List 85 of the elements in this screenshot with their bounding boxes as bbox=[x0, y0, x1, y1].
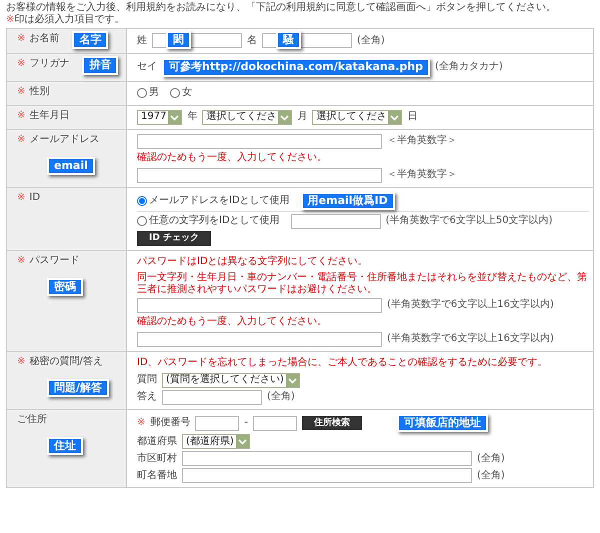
radio-label: 男 bbox=[149, 87, 159, 100]
hint-text: ＜半角英数字＞ bbox=[387, 135, 457, 148]
field-label: 性別 bbox=[29, 86, 50, 98]
action-button[interactable]: 住所検索 bbox=[302, 416, 362, 430]
radio-button[interactable] bbox=[137, 88, 147, 98]
note-text: 印は必須入力項目です。 bbox=[14, 14, 124, 26]
required-mark: ※ bbox=[17, 192, 26, 204]
field-label: 質問 bbox=[137, 374, 157, 386]
dropdown[interactable]: (都道府県) bbox=[182, 434, 250, 450]
hint-text: (半角英数字で6文字以上50文字以内) bbox=[386, 215, 553, 228]
field-label: 都道府県 bbox=[137, 436, 177, 448]
input-field[interactable] bbox=[290, 214, 381, 229]
action-button[interactable]: ID チェック bbox=[137, 231, 211, 246]
input-field[interactable] bbox=[162, 390, 262, 405]
field-label: お名前 bbox=[29, 33, 60, 45]
field-label: ご住所 bbox=[17, 414, 47, 426]
annotation-label: 閎 bbox=[166, 31, 191, 50]
field-label: 日 bbox=[407, 111, 418, 124]
input-field[interactable] bbox=[137, 298, 382, 313]
input-field[interactable] bbox=[195, 416, 240, 431]
field-label: セイ bbox=[137, 61, 157, 74]
warning-text: パスワードはIDとは異なる文字列にしてください。 bbox=[137, 256, 368, 268]
hint-text: ＜半角英数字＞ bbox=[387, 169, 457, 182]
radio-label: 女 bbox=[182, 87, 192, 100]
input-field[interactable] bbox=[253, 416, 297, 431]
radio-label: メールアドレスをIDとして使用 bbox=[149, 194, 290, 207]
field-label: 市区町村 bbox=[137, 452, 177, 465]
input-field[interactable] bbox=[137, 134, 382, 149]
required-mark: ※ bbox=[137, 417, 146, 430]
annotation-label: 用email做爲ID bbox=[300, 192, 395, 210]
field-label: 郵便番号 bbox=[150, 417, 190, 430]
input-field[interactable] bbox=[182, 468, 472, 484]
dropdown[interactable]: 選択してくださ bbox=[312, 110, 402, 125]
radio-button[interactable] bbox=[137, 216, 147, 226]
radio-button[interactable] bbox=[170, 88, 180, 98]
input-field[interactable] bbox=[182, 451, 472, 466]
annotation-label: 拚音 bbox=[82, 56, 118, 75]
warning-text: ID、パスワードを忘れてしまった場合に、ご本人であることの確認をするために必要です。 bbox=[137, 357, 548, 370]
required-mark: ※ bbox=[17, 58, 26, 70]
required-mark: ※ bbox=[17, 86, 26, 98]
field-label: 答え bbox=[137, 391, 157, 404]
hint-text: (全角) bbox=[267, 391, 295, 404]
field-label: 町名番地 bbox=[137, 470, 177, 482]
required-mark: ※ bbox=[17, 134, 26, 146]
required-mark: ※ bbox=[6, 14, 14, 26]
field-label: ID bbox=[29, 192, 40, 204]
field-label: パスワード bbox=[29, 254, 80, 267]
hint-text: (全角) bbox=[357, 34, 385, 46]
hint-text: (全角カタカナ) bbox=[434, 61, 503, 74]
intro-text: お客様の情報をご入力後、利用規約をお読みになり、「下記の利用規約に同意して確認画面へ」ボタンを押してください。 bbox=[6, 2, 557, 14]
required-mark: ※ bbox=[17, 33, 26, 45]
dropdown[interactable]: 選択してくださ bbox=[202, 110, 292, 125]
required-mark: ※ bbox=[17, 356, 26, 368]
warning-text: 確認のためもう一度、入力してください。 bbox=[137, 316, 327, 328]
annotation-label: email bbox=[47, 156, 95, 175]
field-label: - bbox=[244, 417, 248, 430]
annotation-label: 可參考http://dokochina.com/katakana.php bbox=[162, 58, 430, 77]
field-label: 生年月日 bbox=[29, 110, 70, 122]
annotation-label: 密碼 bbox=[47, 278, 83, 296]
annotation-label: 名字 bbox=[72, 31, 108, 50]
annotation-label: 住址 bbox=[47, 436, 83, 456]
field-label: 名 bbox=[247, 34, 257, 46]
annotation-label: 問題/解答 bbox=[47, 378, 110, 398]
required-mark: ※ bbox=[17, 110, 26, 122]
radio-button[interactable] bbox=[137, 196, 147, 206]
dropdown[interactable]: 1977 bbox=[137, 110, 182, 125]
dropdown[interactable]: (質問を選択してください) bbox=[162, 372, 300, 388]
field-label: 秘密の質問/答え bbox=[29, 356, 103, 368]
field-label: 月 bbox=[297, 111, 308, 124]
annotation-label: 騷 bbox=[276, 31, 301, 50]
field-label: フリガナ bbox=[29, 58, 70, 70]
field-label: 年 bbox=[187, 111, 198, 124]
required-mark: ※ bbox=[17, 254, 26, 267]
warning-text: 確認のためもう一度、入力してください。 bbox=[137, 152, 327, 164]
input-field[interactable] bbox=[137, 168, 382, 183]
annotation-label: 可填飯店的地址 bbox=[397, 414, 488, 432]
field-label: 姓 bbox=[137, 34, 147, 46]
field-label: メールアドレス bbox=[29, 134, 100, 146]
hint-text: (全角) bbox=[477, 470, 505, 482]
input-field[interactable] bbox=[137, 332, 382, 347]
warning-text: 同一文字列・生年月日・車のナンバー・電話番号・住所番地またはそれらを並び替えたものなど、第三者に推測されやすいパスワードはお避けください。 bbox=[137, 272, 588, 296]
hint-text: (全角) bbox=[477, 452, 505, 465]
hint-text: (半角英数字で6文字以上16文字以内) bbox=[387, 333, 554, 346]
hint-text: (半角英数字で6文字以上16文字以内) bbox=[387, 299, 554, 312]
radio-label: 任意の文字列をIDとして使用 bbox=[149, 215, 280, 228]
